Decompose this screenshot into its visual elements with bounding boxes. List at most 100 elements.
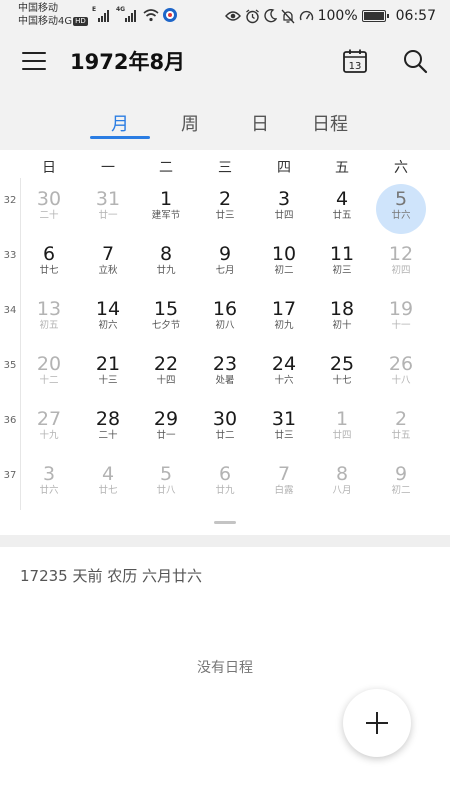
day-number: 9 (218, 243, 232, 265)
day-cell[interactable]: 1 廿四 (314, 403, 370, 455)
day-cell[interactable]: 11 初三 (314, 238, 370, 290)
day-number: 18 (329, 298, 355, 320)
day-cell[interactable]: 9 七月 (197, 238, 253, 290)
day-cell[interactable]: 13 初五 (21, 293, 77, 345)
wifi-icon (143, 9, 159, 22)
day-number: 8 (335, 463, 349, 485)
day-cell[interactable]: 6 廿九 (197, 458, 253, 510)
day-number: 13 (36, 298, 62, 320)
day-cell[interactable]: 29 廿一 (138, 403, 194, 455)
day-cell[interactable]: 31 廿三 (256, 403, 312, 455)
day-number: 27 (36, 408, 62, 430)
day-cell[interactable]: 16 初八 (197, 293, 253, 345)
day-number: 12 (388, 243, 414, 265)
battery-percent: 100% (317, 8, 358, 24)
day-number: 14 (95, 298, 121, 320)
week-number: 33 (3, 250, 17, 261)
day-cell[interactable]: 21 十三 (80, 348, 136, 400)
day-cell[interactable]: 6 廿七 (21, 238, 77, 290)
lunar-date: 廿九 (156, 265, 176, 276)
day-cell[interactable]: 25 十七 (314, 348, 370, 400)
lunar-date: 廿四 (274, 210, 294, 221)
day-number: 4 (335, 188, 349, 210)
lunar-date: 廿三 (274, 430, 294, 441)
add-event-button[interactable] (343, 689, 411, 757)
lunar-date: 廿九 (215, 485, 235, 496)
day-cell[interactable]: 9 初二 (373, 458, 429, 510)
lunar-date: 立秋 (98, 265, 118, 276)
day-cell[interactable]: 5 廿八 (138, 458, 194, 510)
lunar-date: 廿六 (391, 210, 411, 221)
lunar-date: 处暑 (215, 375, 235, 386)
day-cell[interactable]: 7 白露 (256, 458, 312, 510)
lunar-date: 建军节 (151, 210, 181, 221)
calendar-today-button[interactable]: 13 (342, 48, 368, 74)
lunar-date: 初五 (39, 320, 59, 331)
day-cell[interactable]: 3 廿四 (256, 183, 312, 235)
day-cell[interactable]: 24 十六 (256, 348, 312, 400)
lunar-date: 廿五 (332, 210, 352, 221)
tab-agenda[interactable]: 日程 (290, 110, 370, 136)
day-cell[interactable]: 22 十四 (138, 348, 194, 400)
status-bar: 中国移动 中国移动4G HD E 4G 100% 06:57 (0, 0, 450, 32)
day-cell[interactable]: 17 初九 (256, 293, 312, 345)
day-cell[interactable]: 26 十八 (373, 348, 429, 400)
eye-comfort-icon (224, 11, 241, 21)
day-cell[interactable]: 30 二十 (21, 183, 77, 235)
no-event-text: 没有日程 (197, 660, 253, 676)
day-cell[interactable]: 10 初二 (256, 238, 312, 290)
day-cell[interactable]: 31 廿一 (80, 183, 136, 235)
day-cell[interactable]: 27 十九 (21, 403, 77, 455)
day-number: 11 (329, 243, 355, 265)
lunar-date: 二十 (98, 430, 118, 441)
battery-icon (361, 10, 389, 22)
day-number: 19 (388, 298, 414, 320)
lunar-date: 初六 (98, 320, 118, 331)
page-title: 1972年8月 (70, 50, 186, 74)
section-divider (0, 535, 450, 547)
day-cell[interactable]: 19 十一 (373, 293, 429, 345)
lunar-date: 初十 (332, 320, 352, 331)
signal-label-1: E (92, 6, 97, 13)
day-cell[interactable]: 4 廿七 (80, 458, 136, 510)
day-cell[interactable]: 2 廿三 (197, 183, 253, 235)
tab-month[interactable]: 月 (80, 110, 160, 136)
day-cell-selected[interactable]: 5 廿六 (373, 183, 429, 235)
lunar-date: 廿二 (215, 430, 235, 441)
day-cell[interactable]: 8 八月 (314, 458, 370, 510)
day-cell[interactable]: 15 七夕节 (138, 293, 194, 345)
weekday-sun: 日 (42, 160, 56, 176)
lunar-date: 十六 (274, 375, 294, 386)
lunar-date: 初九 (274, 320, 294, 331)
day-number: 23 (212, 353, 238, 375)
tab-day[interactable]: 日 (220, 110, 300, 136)
day-cell[interactable]: 28 二十 (80, 403, 136, 455)
day-cell[interactable]: 2 廿五 (373, 403, 429, 455)
lunar-date: 十九 (39, 430, 59, 441)
day-number: 16 (212, 298, 238, 320)
day-cell[interactable]: 18 初十 (314, 293, 370, 345)
day-cell[interactable]: 3 廿六 (21, 458, 77, 510)
selected-date-info: 17235 天前 农历 六月廿六 (20, 567, 203, 585)
day-number: 2 (394, 408, 408, 430)
lunar-date: 八月 (332, 485, 352, 496)
day-cell[interactable]: 23 处暑 (197, 348, 253, 400)
search-button[interactable] (402, 48, 428, 74)
day-cell[interactable]: 14 初六 (80, 293, 136, 345)
day-cell[interactable]: 1 建军节 (138, 183, 194, 235)
drag-handle[interactable] (214, 521, 236, 524)
day-cell[interactable]: 20 十二 (21, 348, 77, 400)
menu-icon[interactable] (22, 50, 48, 72)
day-number: 30 (212, 408, 238, 430)
carrier-name-2: 中国移动4G HD (18, 16, 88, 27)
day-cell[interactable]: 7 立秋 (80, 238, 136, 290)
lunar-date: 廿七 (39, 265, 59, 276)
day-cell[interactable]: 30 廿二 (197, 403, 253, 455)
weekday-tue: 二 (159, 160, 173, 176)
tab-week[interactable]: 周 (150, 110, 230, 136)
status-time: 06:57 (395, 8, 436, 24)
day-cell[interactable]: 12 初四 (373, 238, 429, 290)
lunar-date: 十七 (332, 375, 352, 386)
day-cell[interactable]: 4 廿五 (314, 183, 370, 235)
day-cell[interactable]: 8 廿九 (138, 238, 194, 290)
